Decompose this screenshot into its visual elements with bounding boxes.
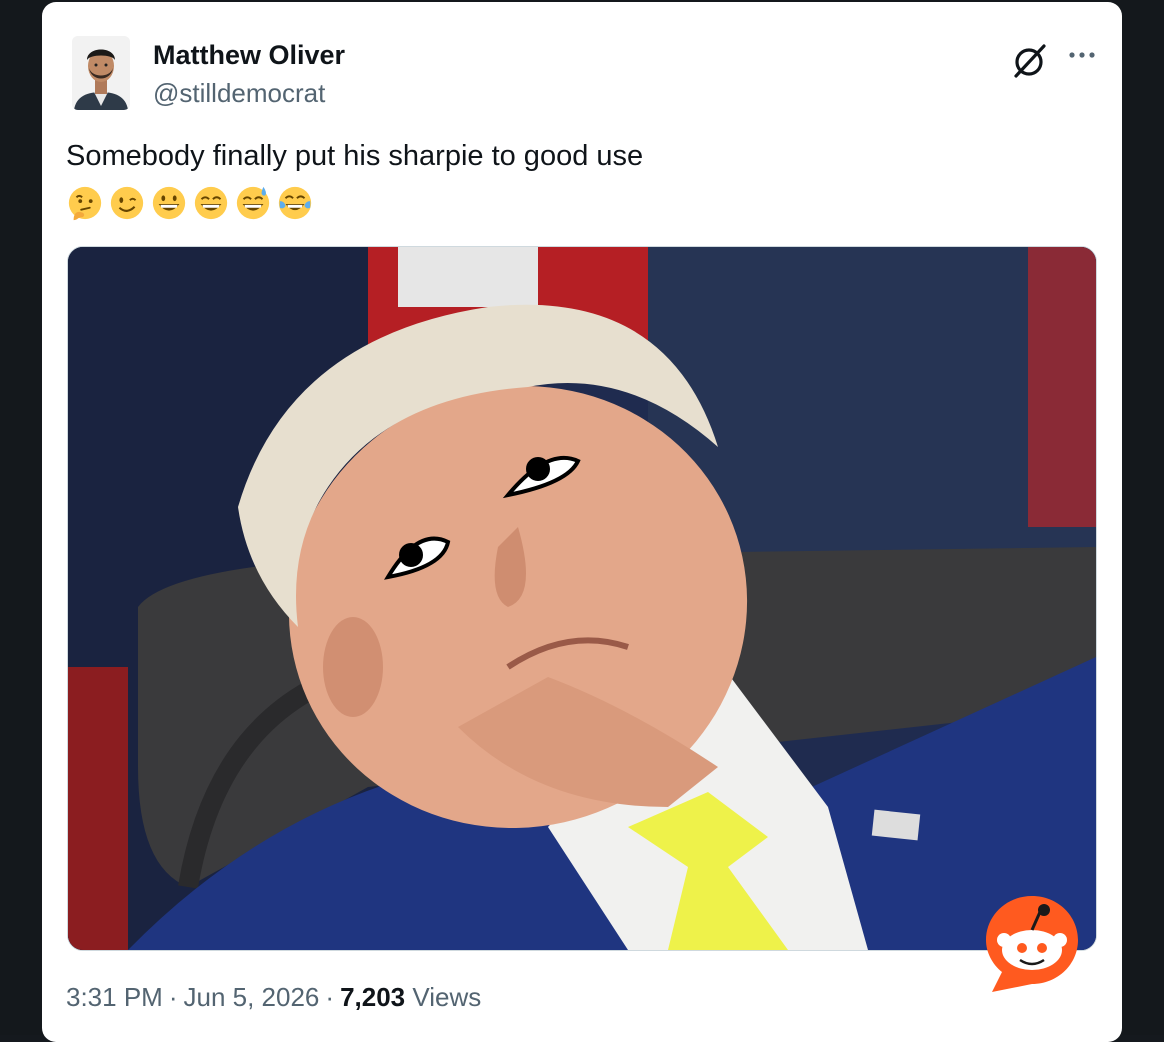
author-handle[interactable]: @stilldemocrat bbox=[153, 78, 325, 109]
meta-separator: · bbox=[325, 982, 335, 1012]
thinking-face-icon bbox=[68, 186, 102, 221]
views-count: 7,203 bbox=[340, 982, 406, 1012]
reddit-logo-icon bbox=[982, 890, 1082, 996]
screen-background: Matthew Oliver @stilldemocrat Somebody f… bbox=[0, 0, 1164, 1042]
grinning-face-with-big-eyes-icon bbox=[152, 186, 186, 220]
grinning-face-squinting-icon bbox=[194, 186, 228, 220]
author-name[interactable]: Matthew Oliver bbox=[153, 40, 345, 71]
tweet-date[interactable]: Jun 5, 2026 bbox=[184, 982, 320, 1012]
more-icon[interactable] bbox=[1064, 40, 1100, 70]
face-with-tears-of-joy-icon bbox=[278, 186, 312, 220]
grok-icon[interactable] bbox=[1010, 40, 1050, 80]
views-label: Views bbox=[412, 982, 482, 1012]
emoji-row bbox=[66, 184, 314, 224]
tweet-time[interactable]: 3:31 PM bbox=[66, 982, 163, 1012]
meta-separator: · bbox=[168, 982, 178, 1012]
winking-face-icon bbox=[110, 186, 144, 220]
tweet-meta: 3:31 PM · Jun 5, 2026 · 7,203 Views bbox=[66, 982, 481, 1013]
grinning-face-with-sweat-icon bbox=[236, 186, 270, 220]
tweet-card: Matthew Oliver @stilldemocrat Somebody f… bbox=[42, 2, 1122, 1042]
avatar[interactable] bbox=[72, 36, 130, 110]
tweet-text: Somebody finally put his sharpie to good… bbox=[66, 140, 644, 172]
tweet-media-image[interactable] bbox=[67, 246, 1097, 951]
